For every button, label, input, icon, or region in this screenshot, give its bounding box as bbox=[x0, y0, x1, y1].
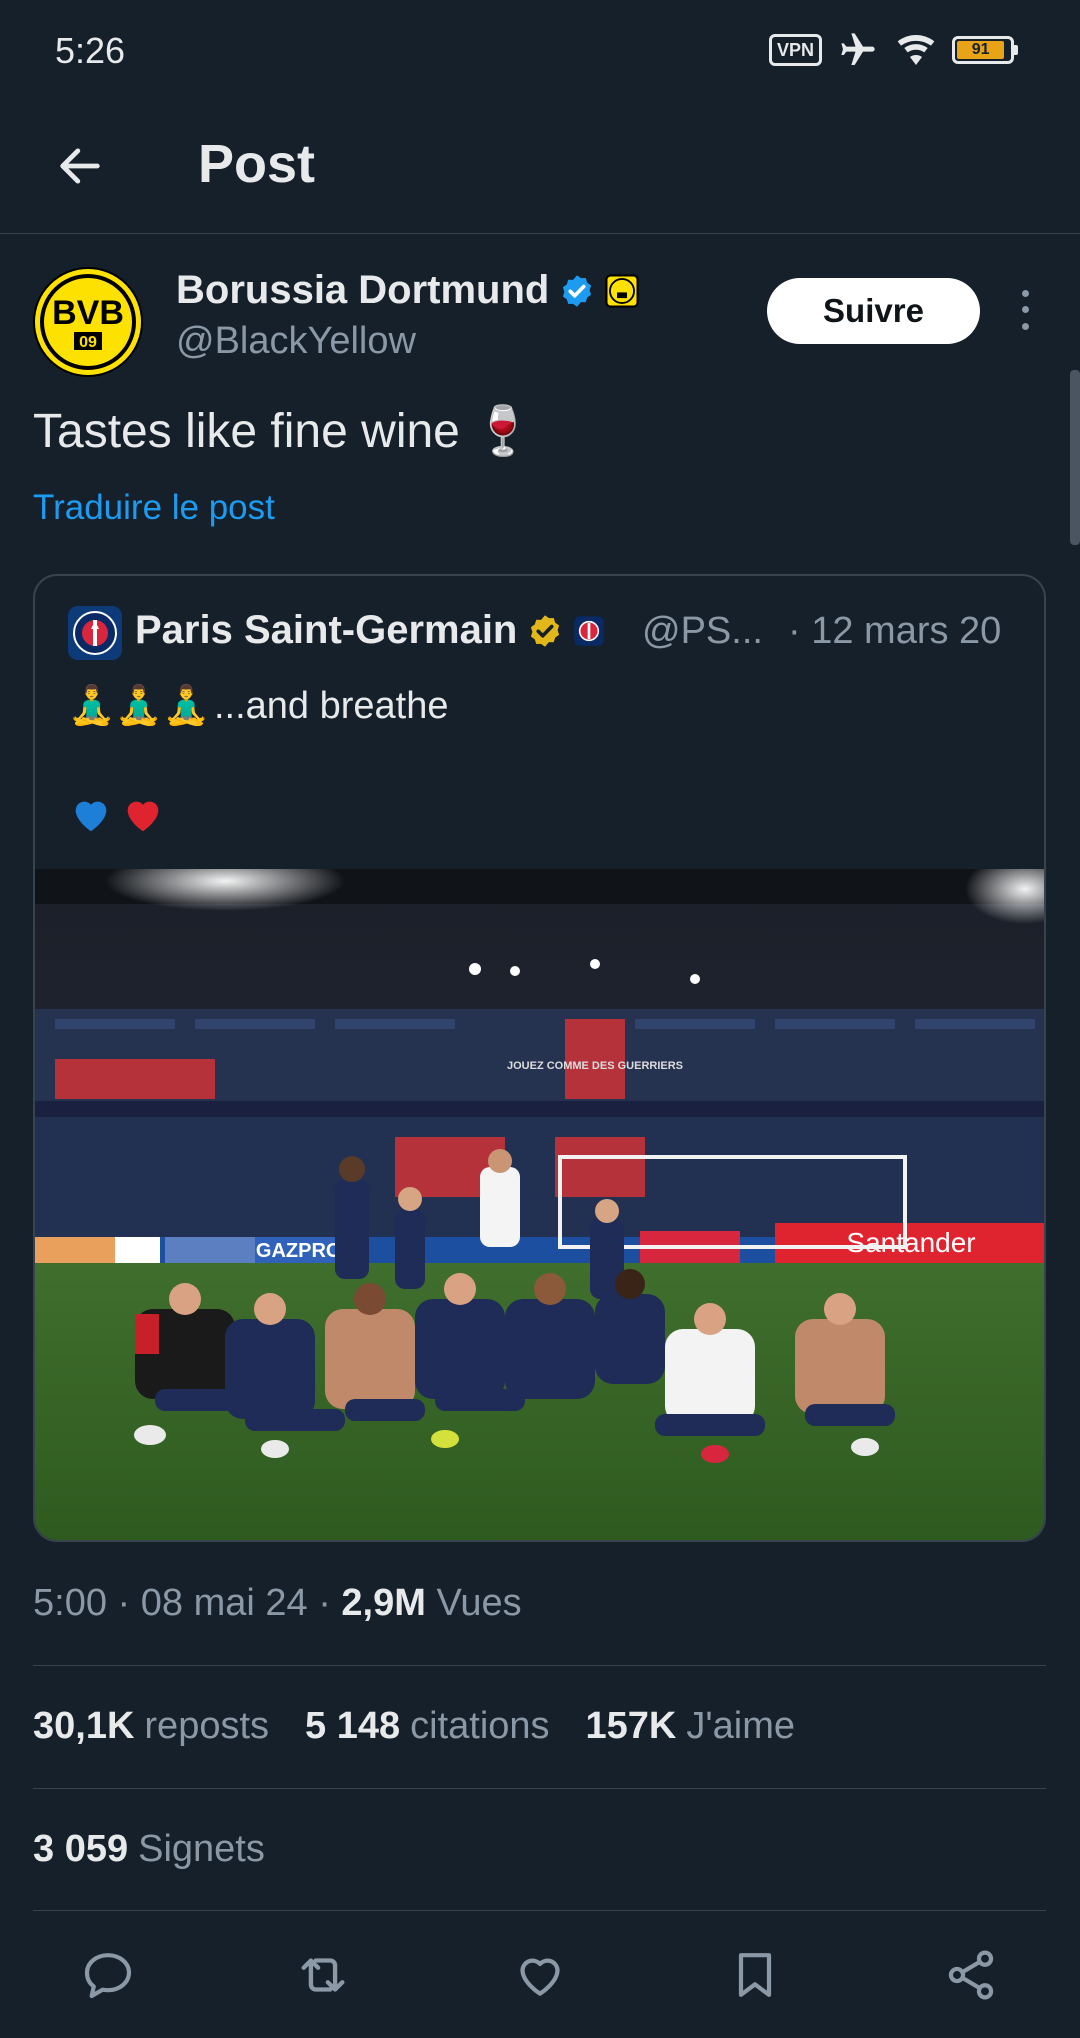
status-time: 5:26 bbox=[55, 30, 126, 71]
engagement-stats: 30,1K reposts 5 148 citations 157K J'aime bbox=[33, 1705, 795, 1748]
quoted-post-photo[interactable]: JOUEZ COMME DES GUERRIERS GAZPROM Santan… bbox=[35, 869, 1044, 1540]
quoted-post-hearts bbox=[68, 791, 166, 837]
share-icon bbox=[948, 1950, 994, 2000]
vpn-icon: VPN bbox=[768, 34, 822, 66]
quoted-post-text: ...and breathe bbox=[213, 684, 449, 727]
share-button[interactable] bbox=[938, 1942, 1004, 2008]
repost-button[interactable] bbox=[290, 1942, 356, 2008]
post-text: Tastes like fine wine 🍷 bbox=[33, 405, 533, 458]
author-name-row[interactable]: Borussia Dortmund bbox=[176, 268, 640, 313]
views-label: Vues bbox=[436, 1582, 522, 1624]
svg-text:BVB: BVB bbox=[52, 294, 124, 332]
blue-heart-icon bbox=[75, 801, 107, 832]
divider bbox=[33, 1910, 1046, 1911]
status-bar: 5:26 VPN 91 bbox=[0, 0, 1080, 105]
heart-icon bbox=[520, 1958, 560, 1996]
quoted-post-date: · 12 mars 20 bbox=[788, 610, 1002, 652]
action-bar bbox=[0, 1930, 1080, 2020]
post-meta: 5:00 · 08 mai 24 · 2,9M Vues bbox=[33, 1582, 522, 1624]
repost-icon bbox=[301, 1958, 345, 1992]
airplane-icon bbox=[841, 33, 875, 65]
follow-button[interactable]: Suivre bbox=[767, 278, 980, 344]
quoted-author-handle: @PS... bbox=[642, 610, 763, 652]
scrollbar[interactable] bbox=[1070, 370, 1080, 545]
arrow-left-icon bbox=[60, 148, 100, 184]
status-icons: VPN 91 bbox=[768, 30, 1018, 70]
reply-icon bbox=[84, 1953, 132, 1999]
quoted-post-text-row: 🧘‍♂️🧘‍♂️🧘‍♂️ ...and breathe bbox=[68, 684, 448, 728]
battery-icon: 91 bbox=[952, 36, 1018, 64]
reposts-stat[interactable]: 30,1K reposts bbox=[33, 1705, 269, 1748]
svg-text:09: 09 bbox=[79, 334, 97, 351]
quoted-author-avatar bbox=[68, 606, 122, 660]
author-avatar[interactable]: BVB 09 bbox=[33, 267, 143, 377]
battery-level: 91 bbox=[957, 41, 1005, 59]
bvb-logo: BVB 09 bbox=[40, 274, 136, 370]
like-button[interactable] bbox=[507, 1942, 573, 2008]
quoted-post-card[interactable]: Paris Saint-Germain @PS... · 12 mars 20 … bbox=[33, 574, 1046, 1542]
verified-gold-badge-icon bbox=[531, 614, 560, 647]
page-title: Post bbox=[198, 134, 316, 194]
svg-text:Santander: Santander bbox=[846, 1227, 975, 1258]
psg-affiliation-icon bbox=[574, 615, 605, 646]
post-date: 08 mai 24 bbox=[140, 1582, 308, 1624]
reply-button[interactable] bbox=[75, 1942, 141, 2008]
views-count: 2,9M bbox=[341, 1582, 426, 1624]
quoted-author-name: Paris Saint-Germain bbox=[135, 608, 518, 652]
bookmark-button[interactable] bbox=[722, 1942, 788, 2008]
divider bbox=[33, 1788, 1046, 1789]
svg-text:JOUEZ COMME DES GUERRIERS: JOUEZ COMME DES GUERRIERS bbox=[507, 1060, 683, 1072]
post-time: 5:00 bbox=[33, 1582, 107, 1624]
top-app-bar: Post bbox=[0, 105, 1080, 234]
wifi-icon bbox=[897, 35, 935, 65]
back-button[interactable] bbox=[44, 130, 116, 202]
author-name: Borussia Dortmund bbox=[176, 268, 550, 312]
team-celebration-photo: JOUEZ COMME DES GUERRIERS GAZPROM Santan… bbox=[35, 869, 1044, 1540]
quoted-author-name-row: Paris Saint-Germain bbox=[135, 608, 605, 653]
meditation-emoji-icons: 🧘‍♂️🧘‍♂️🧘‍♂️ bbox=[68, 685, 210, 727]
quotes-stat[interactable]: 5 148 citations bbox=[305, 1705, 550, 1748]
affiliation-badge-icon bbox=[605, 273, 640, 308]
bookmark-icon bbox=[738, 1953, 772, 1997]
translate-post-link[interactable]: Traduire le post bbox=[33, 488, 275, 528]
more-options-icon[interactable] bbox=[1012, 285, 1038, 335]
psg-logo bbox=[73, 611, 117, 655]
author-handle[interactable]: @BlackYellow bbox=[176, 320, 416, 363]
bookmarks-stat[interactable]: 3 059 Signets bbox=[33, 1828, 265, 1871]
verified-badge-icon bbox=[563, 274, 592, 307]
likes-stat[interactable]: 157K J'aime bbox=[586, 1705, 795, 1748]
divider bbox=[33, 1665, 1046, 1666]
red-heart-icon bbox=[127, 801, 159, 832]
